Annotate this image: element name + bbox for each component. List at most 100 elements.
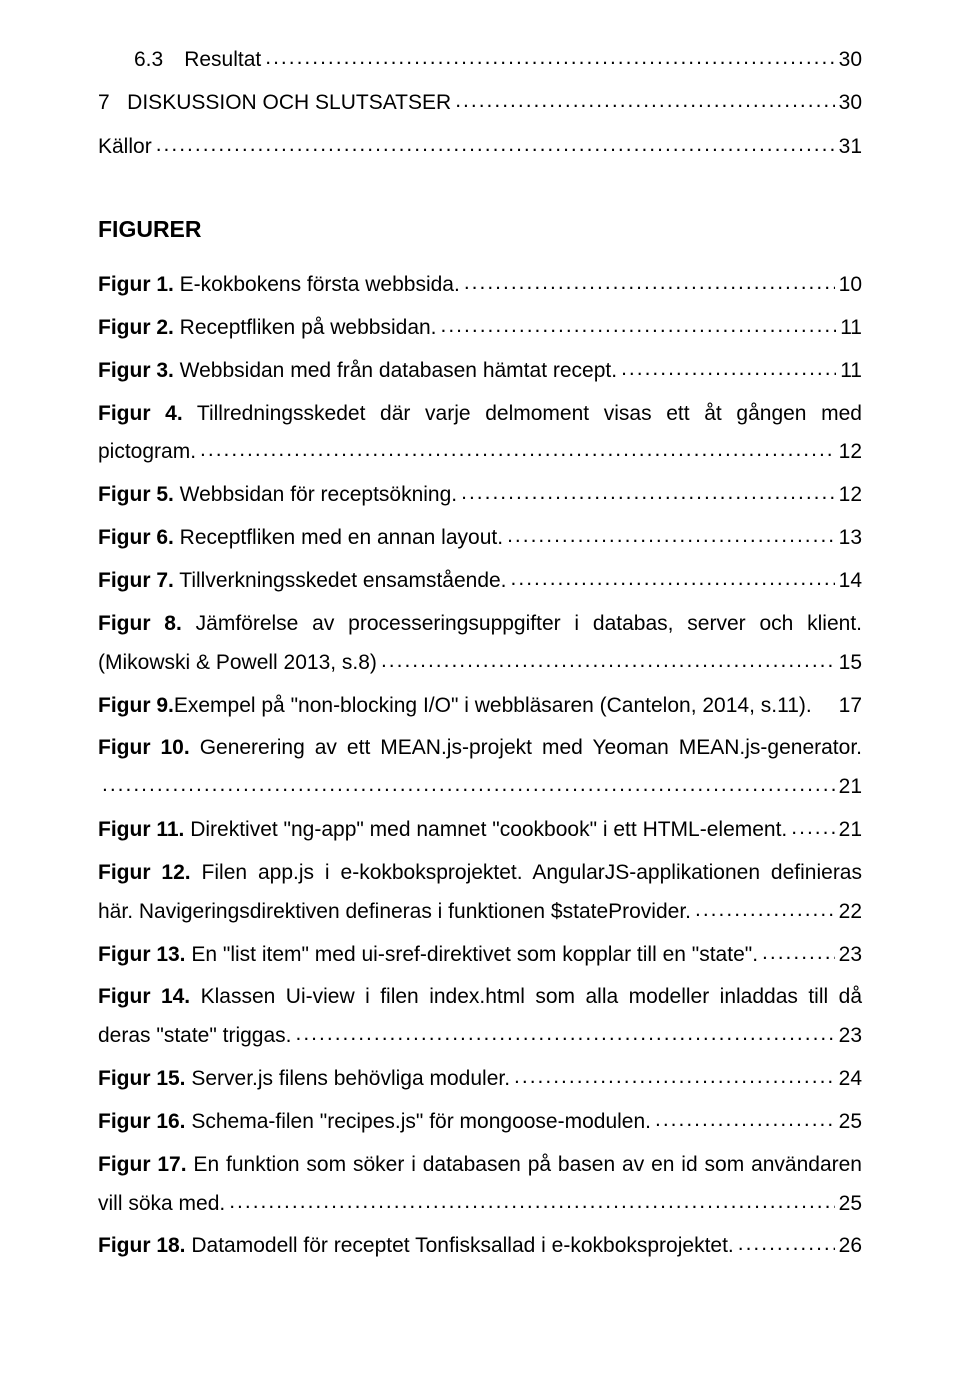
toc-page-number: 30	[839, 84, 862, 123]
figure-caption-tail: pictogram.	[98, 433, 196, 472]
figure-page-number: 25	[839, 1103, 862, 1142]
figure-text-line: Figur 4. Tillredningsskedet där varje de…	[98, 395, 862, 434]
figure-label: Figur 17.	[98, 1153, 187, 1176]
dot-leader	[738, 1225, 835, 1264]
figure-caption: Receptfliken med en annan layout.	[174, 526, 503, 549]
figure-page-number: 12	[839, 476, 862, 515]
dot-leader	[156, 126, 835, 165]
dot-leader	[441, 307, 837, 346]
figure-caption: Exempel på "non-blocking I/O" i webbläsa…	[174, 694, 812, 717]
figure-text: Figur 16. Schema-filen "recipes.js" för …	[98, 1103, 651, 1142]
figure-tail-row: (Mikowski & Powell 2013, s.8)15	[98, 644, 862, 683]
figure-page-number: 25	[839, 1185, 862, 1224]
figure-entry: Figur 14. Klassen Ui-view i filen index.…	[98, 976, 862, 1058]
figure-label: Figur 18.	[98, 1234, 186, 1257]
document-page: 6.3 Resultat 30 7 DISKUSSION OCH SLUTSATSE…	[0, 0, 960, 1388]
toc-page-number: 31	[839, 128, 862, 167]
dot-leader	[296, 1015, 835, 1054]
figure-caption: Generering av ett MEAN.js-projekt med Ye…	[190, 736, 862, 759]
dot-leader	[695, 891, 835, 930]
figure-label: Figur 12.	[98, 861, 191, 884]
figure-tail-row: deras "state" triggas. 23	[98, 1017, 862, 1056]
figure-label: Figur 13.	[98, 943, 186, 966]
toc-label: 7 DISKUSSION OCH SLUTSATSER	[98, 84, 451, 123]
figure-page-number: 24	[839, 1060, 862, 1099]
dot-leader	[102, 766, 835, 805]
figure-label: Figur 10.	[98, 736, 190, 759]
toc-entry: Källor 31	[98, 126, 862, 170]
toc-label: Källor	[98, 128, 152, 167]
figure-label: Figur 14.	[98, 985, 190, 1008]
figure-entry: Figur 17. En funktion som söker i databa…	[98, 1144, 862, 1226]
figure-caption-tail: här. Navigeringsdirektiven defineras i f…	[98, 893, 691, 932]
dot-leader	[621, 350, 836, 389]
figure-caption: En funktion som söker i databasen på bas…	[187, 1153, 862, 1176]
figure-text-line: Figur 12. Filen app.js i e-kokboksprojek…	[98, 854, 862, 893]
figure-text: Figur 11. Direktivet "ng-app" med namnet…	[98, 811, 787, 850]
figure-entry: Figur 10. Generering av ett MEAN.js-proj…	[98, 727, 862, 809]
figure-label: Figur 4.	[98, 402, 183, 425]
figure-list: Figur 1. E-kokbokens första webbsida.10F…	[98, 264, 862, 1268]
figure-text: Figur 3. Webbsidan med från databasen hä…	[98, 352, 617, 391]
figure-caption: Filen app.js i e-kokboksprojektet. Angul…	[191, 861, 862, 884]
figure-caption-tail: (Mikowski & Powell 2013, s.8)	[98, 644, 377, 683]
figure-entry: Figur 12. Filen app.js i e-kokboksprojek…	[98, 852, 862, 934]
figure-caption: Receptfliken på webbsidan.	[174, 316, 437, 339]
toc-entry: 6.3 Resultat 30	[98, 38, 862, 82]
figure-text: Figur 1. E-kokbokens första webbsida.	[98, 266, 460, 305]
figure-label: Figur 6.	[98, 526, 174, 549]
figure-page-number: 13	[839, 519, 862, 558]
figure-caption: Klassen Ui-view i filen index.html som a…	[190, 985, 862, 1008]
dot-leader	[200, 431, 835, 470]
figure-text-line: Figur 10. Generering av ett MEAN.js-proj…	[98, 729, 862, 768]
figure-caption: Webbsidan med från databasen hämtat rece…	[174, 359, 617, 382]
dot-leader	[229, 1183, 834, 1222]
figure-caption: Direktivet "ng-app" med namnet "cookbook…	[184, 818, 787, 841]
figure-caption: Jämförelse av processeringsuppgifter i d…	[182, 612, 862, 635]
figure-caption: Webbsidan för receptsökning.	[174, 483, 457, 506]
figure-caption: E-kokbokens första webbsida.	[174, 273, 460, 296]
figure-text: Figur 7. Tillverkningsskedet ensamståend…	[98, 562, 507, 601]
figure-text-line: Figur 8. Jämförelse av processeringsuppg…	[98, 605, 862, 644]
figure-entry: Figur 4. Tillredningsskedet där varje de…	[98, 393, 862, 475]
toc-label: 6.3 Resultat	[134, 41, 261, 80]
dot-leader	[507, 517, 835, 556]
figures-heading: FIGURER	[98, 184, 862, 265]
dot-leader	[791, 809, 834, 848]
figure-text: Figur 13. En "list item" med ui-sref-dir…	[98, 936, 758, 975]
figure-page-number: 12	[839, 433, 862, 472]
toc-page-number: 30	[839, 41, 862, 80]
figure-label: Figur 15.	[98, 1067, 186, 1090]
figure-tail-row: vill söka med. 25	[98, 1185, 862, 1224]
dot-leader	[511, 560, 835, 599]
figure-entry: Figur 6. Receptfliken med en annan layou…	[98, 517, 862, 560]
figure-entry: Figur 11. Direktivet "ng-app" med namnet…	[98, 809, 862, 852]
figure-page-number: 17	[839, 687, 862, 726]
figure-text: Figur 2. Receptfliken på webbsidan.	[98, 309, 437, 348]
figure-page-number: 23	[839, 936, 862, 975]
figure-caption-tail: vill söka med.	[98, 1185, 225, 1224]
dot-leader	[265, 39, 834, 78]
figure-label: Figur 8.	[98, 612, 182, 635]
figure-text-line: Figur 17. En funktion som söker i databa…	[98, 1146, 862, 1185]
figure-page-number: 11	[840, 309, 862, 348]
figure-entry: Figur 1. E-kokbokens första webbsida.10	[98, 264, 862, 307]
figure-tail-row: pictogram. 12	[98, 433, 862, 472]
dot-leader	[381, 642, 835, 681]
figure-tail-row: 21	[98, 768, 862, 807]
figure-page-number: 23	[839, 1017, 862, 1056]
figure-label: Figur 2.	[98, 316, 174, 339]
dot-leader	[461, 474, 835, 513]
dot-leader	[762, 934, 835, 973]
figure-label: Figur 5.	[98, 483, 174, 506]
figure-caption: Schema-filen "recipes.js" för mongoose-m…	[186, 1110, 651, 1133]
figure-caption-tail: deras "state" triggas.	[98, 1017, 292, 1056]
figure-caption: Datamodell för receptet Tonfisksallad i …	[186, 1234, 734, 1257]
dot-leader	[455, 82, 834, 121]
figure-label: Figur 9.	[98, 694, 174, 717]
figure-page-number: 14	[839, 562, 862, 601]
figure-caption: Tillredningsskedet där varje delmoment v…	[183, 402, 862, 425]
figure-page-number: 21	[839, 811, 862, 850]
figure-page-number: 11	[840, 352, 862, 391]
figure-caption: En "list item" med ui-sref-direktivet so…	[186, 943, 759, 966]
